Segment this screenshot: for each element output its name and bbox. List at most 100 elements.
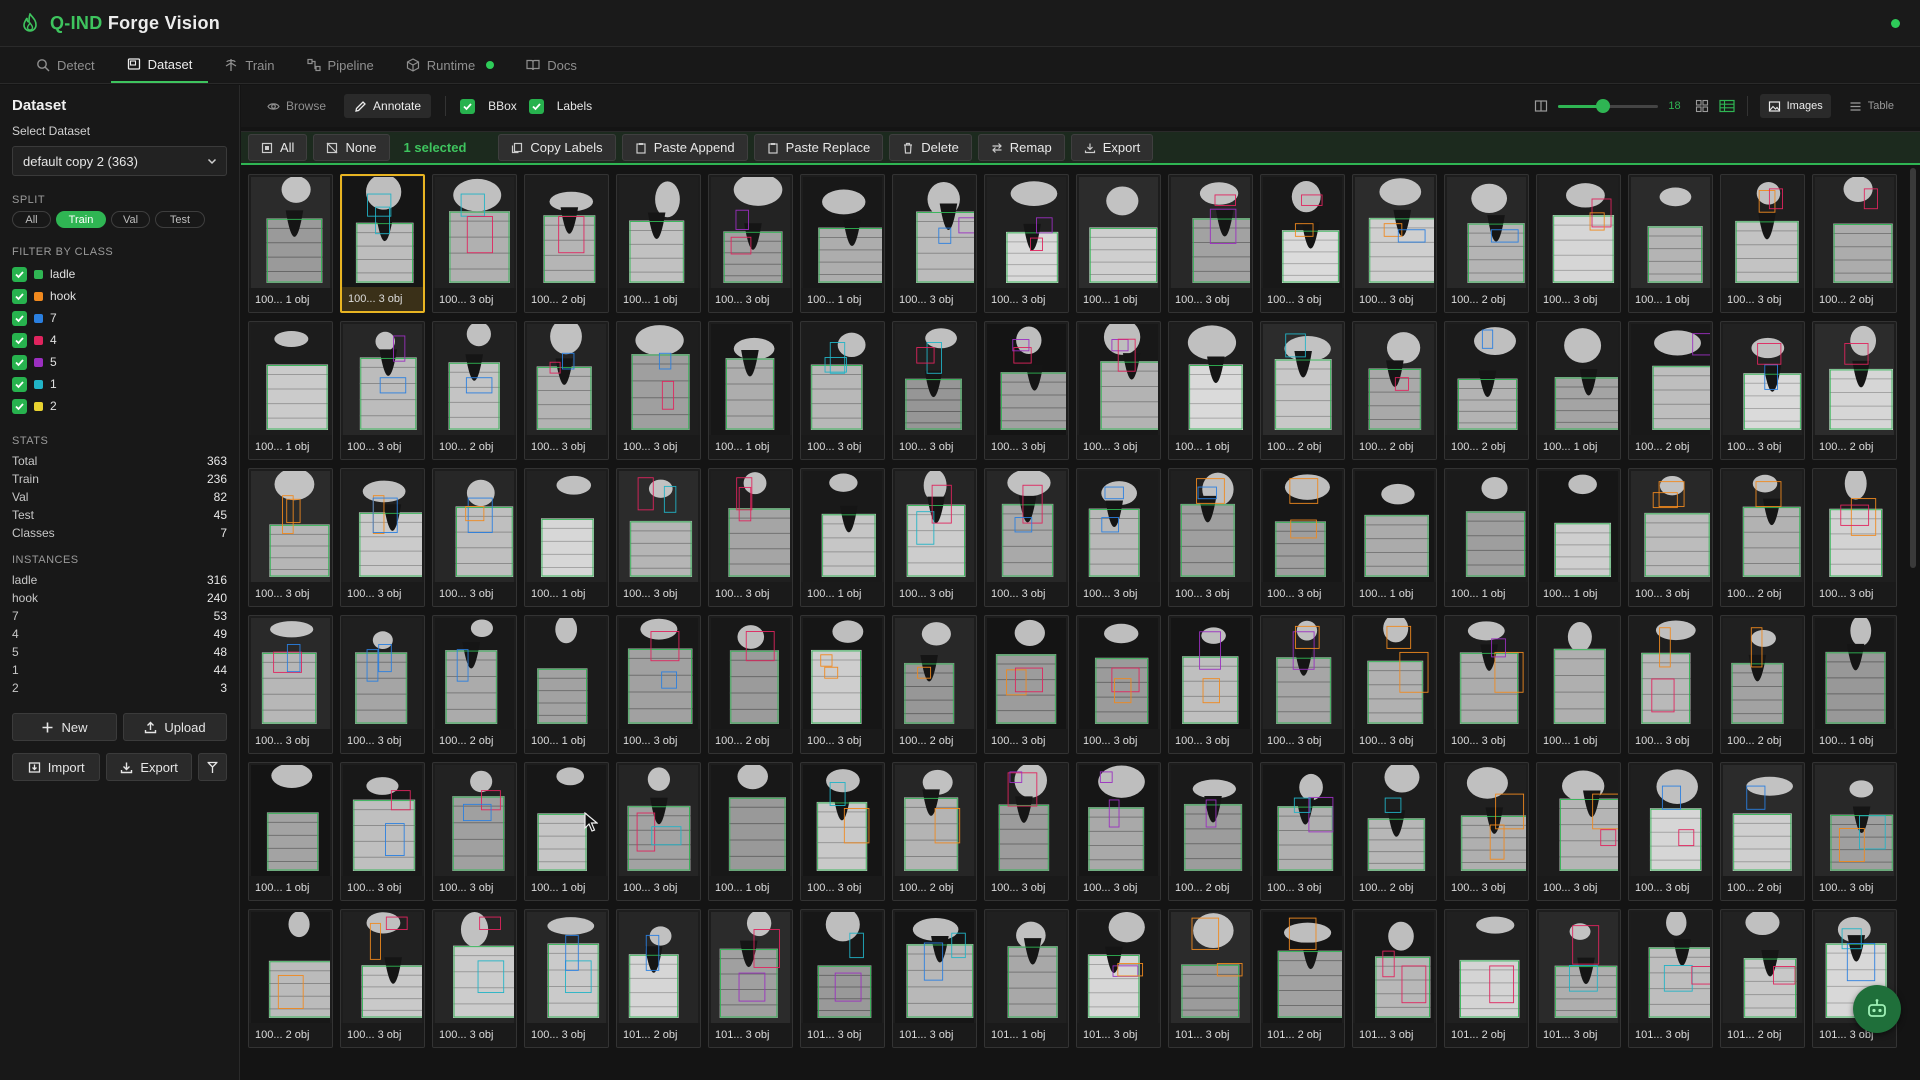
image-tile[interactable]: 100... 3 obj: [1168, 174, 1253, 313]
image-tile[interactable]: 100... 2 obj: [1168, 762, 1253, 901]
images-view-button[interactable]: Images: [1759, 94, 1831, 118]
image-tile[interactable]: 100... 3 obj: [1260, 468, 1345, 607]
split-val-pill[interactable]: Val: [111, 211, 150, 228]
image-tile[interactable]: 100... 2 obj: [1260, 321, 1345, 460]
remap-button[interactable]: Remap: [977, 134, 1065, 161]
image-tile[interactable]: 100... 1 obj: [708, 762, 793, 901]
image-tile[interactable]: 100... 3 obj: [1076, 762, 1161, 901]
dataset-select[interactable]: default copy 2 (363): [12, 146, 227, 176]
image-tile[interactable]: 100... 3 obj: [1720, 174, 1805, 313]
select-all-button[interactable]: All: [248, 134, 308, 161]
class-filter-item[interactable]: 7: [12, 307, 227, 329]
image-tile[interactable]: 100... 3 obj: [984, 468, 1069, 607]
image-tile[interactable]: 100... 2 obj: [1720, 615, 1805, 754]
image-tile[interactable]: 100... 3 obj: [340, 762, 425, 901]
image-tile[interactable]: 100... 2 obj: [1812, 174, 1897, 313]
image-tile[interactable]: 101... 2 obj: [1260, 909, 1345, 1048]
image-tile[interactable]: 100... 2 obj: [708, 615, 793, 754]
image-tile[interactable]: 100... 3 obj: [1076, 468, 1161, 607]
export-selection-button[interactable]: Export: [1070, 134, 1154, 161]
image-tile[interactable]: 100... 3 obj: [1812, 762, 1897, 901]
image-tile[interactable]: 101... 3 obj: [1628, 909, 1713, 1048]
image-tile[interactable]: 100... 1 obj: [1168, 321, 1253, 460]
image-tile[interactable]: 100... 3 obj: [616, 615, 701, 754]
image-tile[interactable]: 100... 3 obj: [616, 321, 701, 460]
image-tile[interactable]: 100... 3 obj: [892, 321, 977, 460]
image-tile[interactable]: 100... 1 obj: [524, 615, 609, 754]
image-tile[interactable]: 100... 3 obj: [340, 615, 425, 754]
image-tile[interactable]: 100... 3 obj: [1536, 762, 1621, 901]
assistant-bot-button[interactable]: [1853, 985, 1901, 1033]
image-tile[interactable]: 100... 3 obj: [1812, 468, 1897, 607]
image-tile[interactable]: 100... 3 obj: [800, 762, 885, 901]
image-tile[interactable]: 100... 3 obj: [340, 909, 425, 1048]
image-tile[interactable]: 100... 1 obj: [616, 174, 701, 313]
image-tile[interactable]: 100... 1 obj: [1536, 321, 1621, 460]
grid-view-icon[interactable]: [1695, 99, 1709, 113]
image-tile[interactable]: 100... 3 obj: [800, 321, 885, 460]
image-tile[interactable]: 100... 3 obj: [1168, 468, 1253, 607]
image-tile[interactable]: 100... 3 obj: [340, 468, 425, 607]
grid-scrollbar[interactable]: [1910, 168, 1916, 568]
image-tile[interactable]: 100... 2 obj: [1444, 174, 1529, 313]
image-tile[interactable]: 100... 3 obj: [432, 174, 517, 313]
image-tile[interactable]: 100... 3 obj: [616, 762, 701, 901]
class-filter-checkbox[interactable]: [12, 398, 27, 414]
image-tile[interactable]: 100... 2 obj: [524, 174, 609, 313]
import-button[interactable]: Import: [12, 753, 101, 781]
labels-toggle[interactable]: Labels: [528, 98, 592, 114]
browse-mode-button[interactable]: Browse: [263, 94, 330, 118]
class-filter-checkbox[interactable]: [12, 310, 27, 326]
image-tile[interactable]: 100... 2 obj: [1812, 321, 1897, 460]
tab-train[interactable]: Train: [208, 47, 290, 83]
slider-knob[interactable]: [1596, 99, 1611, 113]
image-tile[interactable]: 100... 1 obj: [1444, 468, 1529, 607]
image-tile[interactable]: 101... 2 obj: [616, 909, 701, 1048]
image-tile[interactable]: 101... 3 obj: [1168, 909, 1253, 1048]
image-tile[interactable]: 101... 3 obj: [1076, 909, 1161, 1048]
image-tile[interactable]: 100... 3 obj: [1168, 615, 1253, 754]
image-tile[interactable]: 100... 2 obj: [1352, 762, 1437, 901]
image-tile[interactable]: 100... 1 obj: [1628, 174, 1713, 313]
image-tile[interactable]: 100... 3 obj: [1260, 762, 1345, 901]
image-tile[interactable]: 100... 3 obj: [524, 909, 609, 1048]
class-filter-item[interactable]: 2: [12, 395, 227, 417]
class-filter-item[interactable]: 5: [12, 351, 227, 373]
image-tile[interactable]: 101... 2 obj: [1444, 909, 1529, 1048]
class-filter-item[interactable]: hook: [12, 285, 227, 307]
delete-button[interactable]: Delete: [889, 134, 972, 161]
copy-labels-button[interactable]: Copy Labels: [498, 134, 616, 161]
annotate-mode-button[interactable]: Annotate: [344, 94, 432, 118]
image-tile[interactable]: 100... 3 obj: [524, 321, 609, 460]
image-tile[interactable]: 100... 3 obj: [984, 321, 1069, 460]
tab-runtime[interactable]: Runtime: [390, 47, 510, 83]
image-tile[interactable]: 101... 3 obj: [892, 909, 977, 1048]
image-tile[interactable]: 100... 3 obj: [1260, 174, 1345, 313]
split-train-pill[interactable]: Train: [56, 211, 106, 228]
image-tile[interactable]: 100... 1 obj: [1536, 615, 1621, 754]
split-test-pill[interactable]: Test: [155, 211, 205, 228]
image-tile[interactable]: 100... 3 obj: [248, 615, 333, 754]
image-tile[interactable]: 100... 2 obj: [892, 762, 977, 901]
tab-dataset[interactable]: Dataset: [110, 47, 209, 83]
image-tile[interactable]: 100... 2 obj: [1444, 321, 1529, 460]
image-tile[interactable]: 100... 2 obj: [432, 615, 517, 754]
class-filter-item[interactable]: 1: [12, 373, 227, 395]
image-tile[interactable]: 100... 2 obj: [432, 321, 517, 460]
image-tile[interactable]: 100... 3 obj: [432, 762, 517, 901]
image-tile[interactable]: 100... 3 obj: [1352, 174, 1437, 313]
image-tile[interactable]: 100... 3 obj: [984, 615, 1069, 754]
image-tile[interactable]: 100... 3 obj: [708, 468, 793, 607]
image-tile[interactable]: 100... 3 obj: [1628, 762, 1713, 901]
class-filter-checkbox[interactable]: [12, 376, 27, 392]
export-dataset-button[interactable]: Export: [106, 753, 192, 781]
image-tile[interactable]: 100... 1 obj: [248, 321, 333, 460]
image-tile[interactable]: 100... 1 obj: [708, 321, 793, 460]
image-tile[interactable]: 100... 3 obj: [1628, 615, 1713, 754]
paste-replace-button[interactable]: Paste Replace: [753, 134, 884, 161]
image-tile[interactable]: 101... 2 obj: [1720, 909, 1805, 1048]
thumbnail-size-slider[interactable]: [1558, 98, 1659, 114]
image-tile[interactable]: 100... 1 obj: [800, 174, 885, 313]
image-tile[interactable]: 100... 3 obj: [340, 174, 425, 313]
image-tile[interactable]: 100... 3 obj: [1076, 615, 1161, 754]
